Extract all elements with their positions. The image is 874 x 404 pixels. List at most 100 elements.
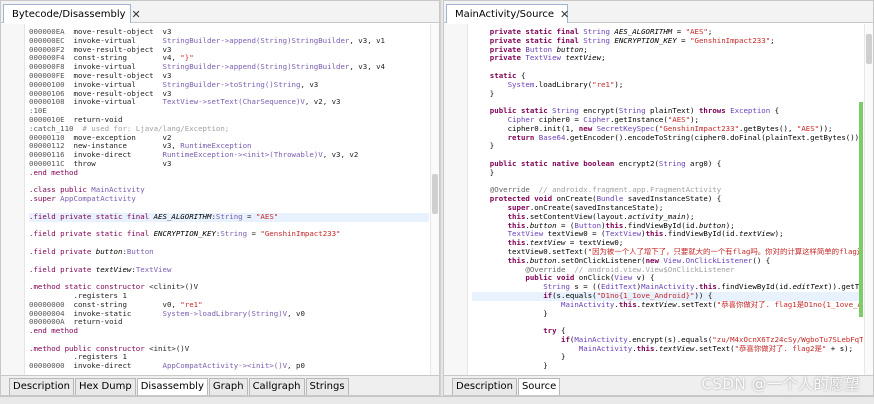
code-line[interactable] (29, 204, 429, 213)
code-line[interactable]: protected void onCreate(Bundle savedInst… (472, 195, 863, 204)
code-line[interactable]: .end method (29, 327, 429, 336)
code-line[interactable]: } (472, 142, 863, 151)
code-line[interactable]: private static final String AES_ALGORITH… (472, 28, 863, 37)
bottom-tab-description[interactable]: Description (452, 378, 517, 395)
code-line[interactable]: 00000110 move-exception v2 (29, 134, 429, 143)
code-line[interactable] (29, 336, 429, 345)
code-line[interactable]: 000000EC invoke-virtual StringBuilder->a… (29, 37, 429, 46)
code-line[interactable]: :catch_110 # used for: Ljava/lang/Except… (29, 125, 429, 134)
code-token: arg0) { (690, 159, 722, 168)
code-line[interactable]: MainActivity.this.textView.setText("恭喜你做… (472, 345, 863, 354)
code-line[interactable]: this.setContentView(layout.activity_main… (472, 213, 863, 222)
code-line[interactable]: cipher0.init(1, new SecretKeySpec("Gensh… (472, 125, 863, 134)
bottom-tab-description[interactable]: Description (9, 378, 74, 395)
code-line[interactable] (29, 222, 429, 231)
code-line[interactable]: 000000F8 invoke-virtual StringBuilder->a… (29, 63, 429, 72)
left-scroll-thumb[interactable] (432, 174, 438, 214)
code-line[interactable]: .method static constructor <clinit>()V (29, 283, 429, 292)
code-line[interactable]: return Base64.getEncoder().encodeToStrin… (472, 134, 863, 143)
code-line[interactable] (29, 274, 429, 283)
code-line[interactable]: 00000116 invoke-direct RuntimeException-… (29, 151, 429, 160)
source-code[interactable]: private static final String AES_ALGORITH… (472, 28, 863, 371)
code-line[interactable]: this.textView = textView0; (472, 239, 863, 248)
code-line[interactable]: 000000F4 const-string v4, "}" (29, 54, 429, 63)
code-line[interactable]: .field private static final AES_ALGORITH… (29, 212, 429, 222)
code-line[interactable]: TextView textView0 = (TextView)this.find… (472, 230, 863, 239)
right-scroll-thumb[interactable] (866, 34, 872, 64)
code-line[interactable] (472, 318, 863, 327)
code-line[interactable] (472, 63, 863, 72)
code-line[interactable]: 00000108 invoke-virtual TextView->setTex… (29, 98, 429, 107)
code-line[interactable]: :10E (29, 107, 429, 116)
source-editor[interactable]: private static final String AES_ALGORITH… (444, 24, 873, 375)
code-line[interactable]: 00000000 const-string v0, "re1" (29, 301, 429, 310)
code-line[interactable]: this.button = (Button)this.findViewById(… (472, 222, 863, 231)
right-vertical-scrollbar[interactable] (864, 24, 873, 375)
bottom-tab-hex-dump[interactable]: Hex Dump (74, 378, 136, 395)
code-line[interactable]: .field private textView:TextView (29, 266, 429, 275)
code-line[interactable]: .super AppCompatActivity (29, 195, 429, 204)
code-line[interactable]: } (472, 90, 863, 99)
code-line[interactable] (29, 178, 429, 187)
code-line[interactable]: private Button button; (472, 46, 863, 55)
code-line[interactable] (472, 98, 863, 107)
code-line[interactable]: .registers 1 (29, 292, 429, 301)
bottom-tab-graph[interactable]: Graph (208, 378, 248, 395)
code-line[interactable]: private TextView textView; (472, 54, 863, 63)
code-token: protected void (472, 195, 557, 204)
code-line[interactable]: 0000011C throw v3 (29, 160, 429, 169)
code-line[interactable]: this.button.setOnClickListener(new View.… (472, 257, 863, 266)
code-line[interactable]: @Override // android.view.View$OnClickLi… (472, 266, 863, 275)
code-line[interactable]: if(s.equals("D1no{1_1ove_Android}")) { (472, 291, 863, 301)
code-line[interactable]: String s = ((EditText)MainActivity.this.… (472, 283, 863, 292)
bottom-tab-strings[interactable]: Strings (305, 378, 349, 395)
code-line[interactable]: .method public constructor <init>()V (29, 345, 429, 354)
code-line[interactable]: 000000EA move-result-object v3 (29, 28, 429, 37)
close-icon[interactable]: ✕ (132, 9, 141, 20)
code-line[interactable] (472, 178, 863, 187)
code-line[interactable]: private static final String ENCRYPTION_K… (472, 37, 863, 46)
code-line[interactable]: } (472, 362, 863, 371)
code-line[interactable]: public static native boolean encrypt2(St… (472, 160, 863, 169)
tab-bytecode-disassembly[interactable]: Bytecode/Disassembly ✕ (3, 4, 141, 23)
code-line[interactable]: @Override // androidx.fragment.app.Fragm… (472, 186, 863, 195)
code-line[interactable]: } (472, 310, 863, 319)
code-line[interactable]: } (472, 169, 863, 178)
code-line[interactable]: public void onClick(View v) { (472, 274, 863, 283)
disassembly-editor[interactable]: 000000EA move-result-object v3 000000EC i… (1, 24, 439, 375)
code-line[interactable]: .registers 1 (29, 353, 429, 362)
code-line[interactable]: 00000000 invoke-direct AppCompatActivity… (29, 362, 429, 371)
code-line[interactable] (29, 239, 429, 248)
tab-mainactivity-source[interactable]: MainActivity/Source ✕ (446, 4, 569, 23)
bottom-tab-source[interactable]: Source (517, 378, 561, 395)
code-line[interactable]: .field private static final ENCRYPTION_K… (29, 230, 429, 239)
code-line[interactable]: } (472, 353, 863, 362)
code-line[interactable]: if(MainActivity.encrypt(s).equals("zu/M4… (472, 336, 863, 345)
code-line[interactable]: .end method (29, 169, 429, 178)
code-line[interactable]: .field private button:Button (29, 248, 429, 257)
code-line[interactable]: MainActivity.this.textView.setText("恭喜你做… (472, 301, 863, 310)
bottom-tab-callgraph[interactable]: Callgraph (248, 378, 305, 395)
code-line[interactable]: System.loadLibrary("re1"); (472, 81, 863, 90)
code-line[interactable]: 00000004 invoke-static System->loadLibra… (29, 310, 429, 319)
code-line[interactable]: 000000FE move-result-object v3 (29, 72, 429, 81)
code-line[interactable]: Cipher cipher0 = Cipher.getInstance("AES… (472, 116, 863, 125)
code-line[interactable]: 0000010E return-void (29, 116, 429, 125)
code-line[interactable] (472, 151, 863, 160)
code-line[interactable]: textView0.setText("因为被一个人了增下了，只要就大的一个有fl… (472, 248, 863, 257)
code-line[interactable]: .class public MainActivity (29, 186, 429, 195)
disassembly-code[interactable]: 000000EA move-result-object v3 000000EC i… (29, 28, 429, 371)
code-line[interactable]: 00000100 invoke-virtual StringBuilder->t… (29, 81, 429, 90)
code-line[interactable]: try { (472, 327, 863, 336)
code-line[interactable]: public static String encrypt(String plai… (472, 107, 863, 116)
code-line[interactable]: 00000112 new-instance v3, RuntimeExcepti… (29, 142, 429, 151)
left-vertical-scrollbar[interactable] (430, 24, 439, 375)
code-line[interactable]: super.onCreate(savedInstanceState); (472, 204, 863, 213)
code-line[interactable]: 00000106 move-result-object v3 (29, 90, 429, 99)
code-line[interactable]: 0000000A return-void (29, 318, 429, 327)
code-line[interactable]: 000000F2 move-result-object v3 (29, 46, 429, 55)
bottom-tab-disassembly[interactable]: Disassembly (136, 378, 208, 395)
code-line[interactable] (29, 257, 429, 266)
close-icon[interactable]: ✕ (560, 9, 569, 20)
code-line[interactable]: static { (472, 72, 863, 81)
